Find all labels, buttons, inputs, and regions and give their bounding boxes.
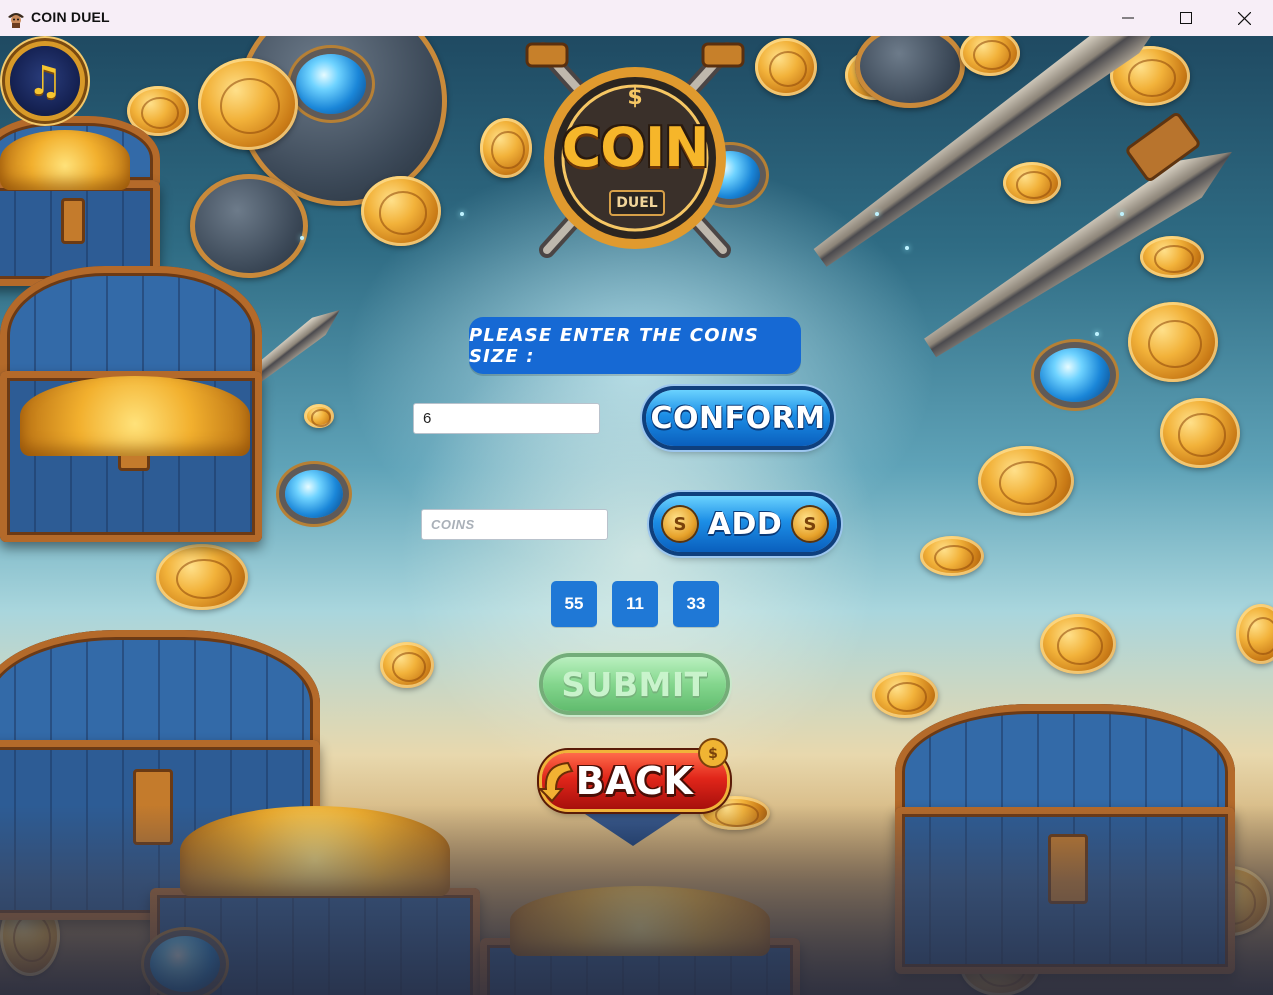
decor-sparkle: [300, 236, 304, 240]
decor-blue-gem: [1040, 348, 1110, 402]
coin-icon: S: [793, 507, 827, 541]
decor-gold-pile: [0, 130, 130, 190]
decor-coin: [920, 536, 984, 576]
game-background: ♫ $ COIN DUEL PLEASE ENTER THE COINS SIZ…: [0, 36, 1273, 995]
add-button[interactable]: S ADD S: [653, 496, 837, 552]
decor-coin: [304, 404, 334, 428]
decor-sparkle: [905, 246, 909, 250]
decor-sparkle: [875, 212, 879, 216]
decor-gold-pile: [20, 376, 250, 456]
decor-coin: [1040, 614, 1116, 674]
coin-chip-value: 11: [626, 594, 644, 613]
coin-chip[interactable]: 33: [673, 581, 719, 627]
coin-chip-value: 55: [564, 594, 584, 613]
coin-icon: $: [698, 738, 728, 768]
logo-subtitle: DUEL: [609, 190, 665, 216]
decor-sparkle: [1095, 332, 1099, 336]
maximize-button[interactable]: [1157, 0, 1215, 36]
decor-blue-gem: [285, 470, 343, 518]
decor-coin: [1236, 604, 1273, 664]
decor-sparkle: [460, 212, 464, 216]
coin-chip-value: 33: [686, 594, 706, 613]
svg-text:$: $: [627, 85, 642, 110]
music-toggle-button[interactable]: ♫: [10, 46, 80, 116]
window-title-bar: COIN DUEL: [0, 0, 1273, 37]
decor-coin: [1003, 162, 1061, 204]
conform-button-label: CONFORM: [650, 400, 826, 436]
coins-input[interactable]: [421, 509, 608, 540]
decor-dark-coin: [190, 174, 308, 278]
window-title: COIN DUEL: [31, 9, 110, 25]
logo-title: COIN: [561, 116, 710, 179]
decor-sparkle: [1120, 212, 1124, 216]
coin-size-prompt: PLEASE ENTER THE COINS SIZE :: [469, 317, 801, 374]
decor-coin: [755, 38, 817, 96]
coin-size-input[interactable]: [413, 403, 600, 434]
pirate-icon: [8, 13, 24, 28]
svg-text:$: $: [708, 746, 718, 762]
decor-coin: [1128, 302, 1218, 382]
decor-coin: [361, 176, 441, 246]
minimize-button[interactable]: [1099, 0, 1157, 36]
conform-button[interactable]: CONFORM: [646, 390, 830, 446]
music-note-icon: ♫: [27, 58, 63, 104]
submit-button-label: SUBMIT: [561, 664, 708, 704]
decor-coin: [978, 446, 1074, 516]
close-icon: [1237, 11, 1251, 25]
close-button[interactable]: [1215, 0, 1273, 36]
coin-icon: S: [663, 507, 697, 541]
back-arrow-icon: [538, 761, 574, 803]
coin-size-prompt-text: PLEASE ENTER THE COINS SIZE :: [469, 324, 760, 367]
submit-button[interactable]: SUBMIT: [543, 657, 726, 711]
maximize-icon: [1180, 12, 1192, 24]
decor-coin: [1160, 398, 1240, 468]
decor-blue-gem: [296, 54, 366, 114]
decor-coin: [156, 544, 248, 610]
coin-duel-logo: $ COIN DUEL: [523, 40, 747, 266]
coin-chip[interactable]: 11: [612, 581, 658, 627]
center-glow: [380, 296, 900, 816]
decor-coin: [1140, 236, 1204, 278]
back-button[interactable]: BACK $: [538, 738, 728, 809]
decor-coin: [198, 58, 298, 150]
minimize-icon: [1122, 17, 1134, 19]
coin-chip[interactable]: 55: [551, 581, 597, 627]
decor-coin: [960, 36, 1020, 76]
add-button-label: ADD: [707, 506, 783, 542]
back-button-label: BACK: [575, 759, 694, 803]
decor-coin: [380, 642, 434, 688]
